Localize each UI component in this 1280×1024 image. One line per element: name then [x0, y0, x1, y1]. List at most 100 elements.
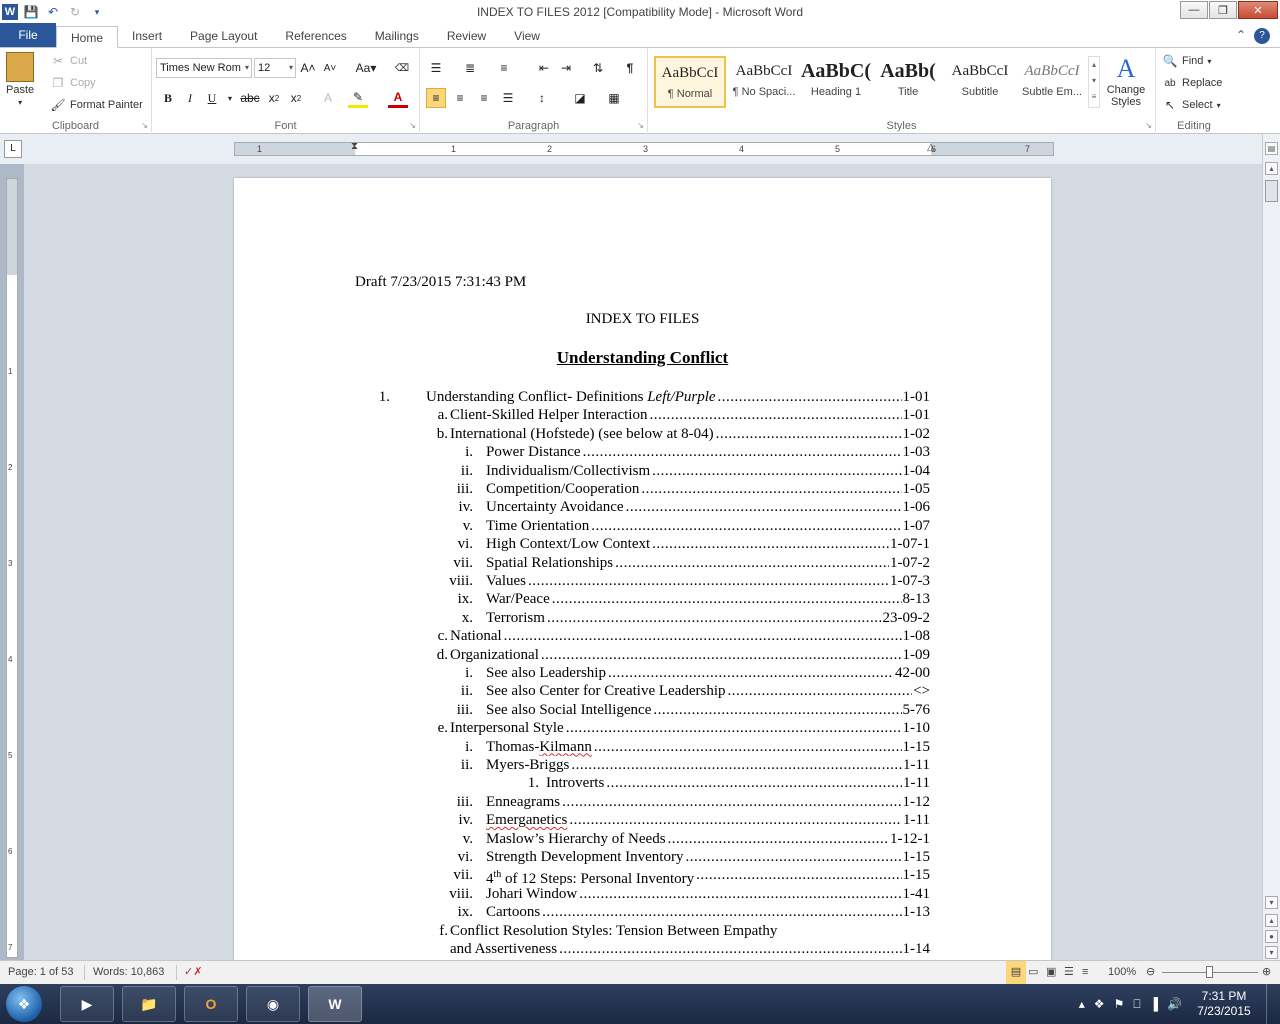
change-case-icon[interactable]: Aa▾ [352, 58, 380, 78]
replace-button[interactable]: ab Replace [1162, 75, 1222, 91]
tab-file[interactable]: File [0, 23, 56, 47]
vertical-ruler[interactable]: 1 2 3 4 5 6 7 [6, 178, 18, 958]
zoom-slider-thumb[interactable] [1206, 966, 1213, 978]
align-right-icon[interactable]: ≡ [474, 88, 494, 108]
format-painter-button[interactable]: 🖌 Format Painter [50, 97, 142, 113]
style-normal[interactable]: AaBbCcI ¶ Normal [654, 56, 726, 108]
horizontal-ruler[interactable]: 1 1 2 3 4 5 6 7 ⧗ △ [234, 141, 1054, 156]
redo-icon[interactable]: ↻ [66, 3, 84, 21]
justify-icon[interactable]: ☰ [498, 88, 518, 108]
sort-icon[interactable]: ⇅ [588, 58, 608, 78]
undo-icon[interactable]: ↶ [44, 3, 62, 21]
numbering-icon[interactable]: ≣ [460, 58, 480, 78]
volume-icon[interactable]: 🔊 [1167, 997, 1182, 1011]
select-browse-object-icon[interactable]: ● [1265, 930, 1278, 943]
tab-view[interactable]: View [500, 25, 554, 47]
media-player-icon[interactable]: ▶ [60, 986, 114, 1022]
font-size-select[interactable]: 12 ▾ [254, 58, 296, 78]
minimize-button[interactable]: — [1180, 1, 1208, 19]
scroll-thumb[interactable] [1265, 180, 1278, 202]
tab-mailings[interactable]: Mailings [361, 25, 433, 47]
vertical-scrollbar[interactable]: ▤ ▴ ▾ ▴ ● ▾ [1262, 134, 1280, 960]
tab-references[interactable]: References [271, 25, 360, 47]
show-desktop-button[interactable] [1266, 984, 1274, 1024]
align-left-icon[interactable]: ≡ [426, 88, 446, 108]
show-formatting-icon[interactable]: ¶ [620, 58, 640, 78]
clear-formatting-icon[interactable]: ⌫ [392, 58, 412, 78]
scroll-down-icon[interactable]: ▾ [1265, 896, 1278, 909]
strikethrough-button[interactable]: abc [238, 88, 262, 108]
styles-scroll[interactable]: ▴ ▾ ≡ [1088, 56, 1100, 108]
print-layout-icon[interactable]: ▤ [1006, 961, 1026, 984]
tab-review[interactable]: Review [433, 25, 500, 47]
multilevel-list-icon[interactable]: ≡ [494, 58, 514, 78]
decrease-indent-icon[interactable]: ⇤ [534, 58, 554, 78]
tab-home[interactable]: Home [56, 26, 119, 48]
word-app-icon[interactable]: W [2, 4, 18, 20]
tab-insert[interactable]: Insert [118, 25, 176, 47]
subscript-button[interactable]: x2 [264, 88, 284, 108]
zoom-level[interactable]: 100% [1108, 961, 1136, 984]
document-page[interactable]: Draft 7/23/2015 7:31:43 PM INDEX TO FILE… [234, 178, 1051, 960]
line-spacing-icon[interactable]: ↕ [532, 88, 552, 108]
outline-icon[interactable]: ☰ [1064, 961, 1074, 984]
device-icon[interactable]: ⎕ [1133, 997, 1140, 1012]
select-button[interactable]: ↖ Select ▾ [1162, 97, 1221, 113]
change-styles-button[interactable]: A Change Styles [1104, 54, 1148, 108]
find-button[interactable]: 🔍 Find ▾ [1162, 53, 1212, 69]
font-name-select[interactable]: Times New Rom ▾ [156, 58, 252, 78]
style-heading-1[interactable]: AaBbC( Heading 1 [800, 56, 872, 108]
web-layout-icon[interactable]: ▣ [1046, 961, 1056, 984]
next-page-icon[interactable]: ▾ [1265, 946, 1278, 959]
zoom-out-icon[interactable]: ⊖ [1146, 961, 1155, 984]
styles-launcher-icon[interactable]: ↘ [1145, 121, 1152, 130]
show-hidden-icons-icon[interactable]: ▴ [1079, 997, 1085, 1011]
tab-selector[interactable]: L [4, 140, 22, 158]
bullets-icon[interactable]: ☰ [426, 58, 446, 78]
document-area[interactable]: Draft 7/23/2015 7:31:43 PM INDEX TO FILE… [24, 164, 1262, 960]
word-taskbar-icon[interactable]: W [308, 986, 362, 1022]
superscript-button[interactable]: x2 [286, 88, 306, 108]
page-count[interactable]: Page: 1 of 53 [8, 961, 73, 984]
underline-dropdown-icon[interactable]: ▾ [220, 88, 240, 108]
network-icon[interactable]: ▐ [1150, 997, 1159, 1011]
style-subtle-emphasis[interactable]: AaBbCcI Subtle Em... [1016, 56, 1088, 108]
windows-flag-icon[interactable]: ❖ [1094, 997, 1105, 1011]
indent-marker-icon[interactable]: ⧗ [351, 141, 358, 153]
chrome-icon[interactable]: ◉ [246, 986, 300, 1022]
spelling-flagged-word[interactable]: Emerganetics [486, 812, 567, 828]
proofing-icon[interactable]: ✓✗ [184, 961, 202, 984]
style-subtitle[interactable]: AaBbCcI Subtitle [944, 56, 1016, 108]
bold-button[interactable]: B [158, 88, 178, 108]
maximize-button[interactable]: ❐ [1209, 1, 1237, 19]
paste-button[interactable]: Paste ▾ [6, 52, 34, 107]
shrink-font-icon[interactable]: A˅ [320, 58, 340, 78]
text-effects-icon[interactable]: A [318, 88, 338, 108]
borders-icon[interactable]: ▦ [604, 88, 624, 108]
align-center-icon[interactable]: ≡ [450, 88, 470, 108]
action-center-icon[interactable]: ⚑ [1114, 997, 1125, 1011]
scroll-up-icon[interactable]: ▴ [1265, 162, 1278, 175]
windows-start-icon[interactable]: ❖ [6, 986, 42, 1022]
file-explorer-icon[interactable]: 📁 [122, 986, 176, 1022]
grow-font-icon[interactable]: A˄ [298, 58, 318, 78]
clipboard-launcher-icon[interactable]: ↘ [141, 121, 148, 130]
italic-button[interactable]: I [180, 88, 200, 108]
underline-button[interactable]: U [202, 88, 222, 108]
spelling-flagged-word[interactable]: Kilmann [539, 739, 592, 755]
outlook-icon[interactable]: O [184, 986, 238, 1022]
close-button[interactable]: ✕ [1238, 1, 1278, 19]
highlight-icon[interactable]: ✎ [348, 88, 368, 108]
help-icon[interactable]: ? [1254, 28, 1270, 44]
cut-button[interactable]: ✂ Cut [50, 53, 87, 69]
font-launcher-icon[interactable]: ↘ [409, 121, 416, 130]
previous-page-icon[interactable]: ▴ [1265, 914, 1278, 927]
copy-button[interactable]: ❐ Copy [50, 75, 96, 91]
save-icon[interactable]: 💾 [22, 3, 40, 21]
style-title[interactable]: AaBb( Title [872, 56, 944, 108]
collapse-ribbon-icon[interactable]: ⌃ [1236, 28, 1246, 44]
increase-indent-icon[interactable]: ⇥ [556, 58, 576, 78]
customize-toolbar-icon[interactable]: ▾ [88, 3, 106, 21]
ruler-toggle-icon[interactable]: ▤ [1265, 142, 1278, 155]
clock[interactable]: 7:31 PM 7/23/2015 [1191, 989, 1257, 1019]
